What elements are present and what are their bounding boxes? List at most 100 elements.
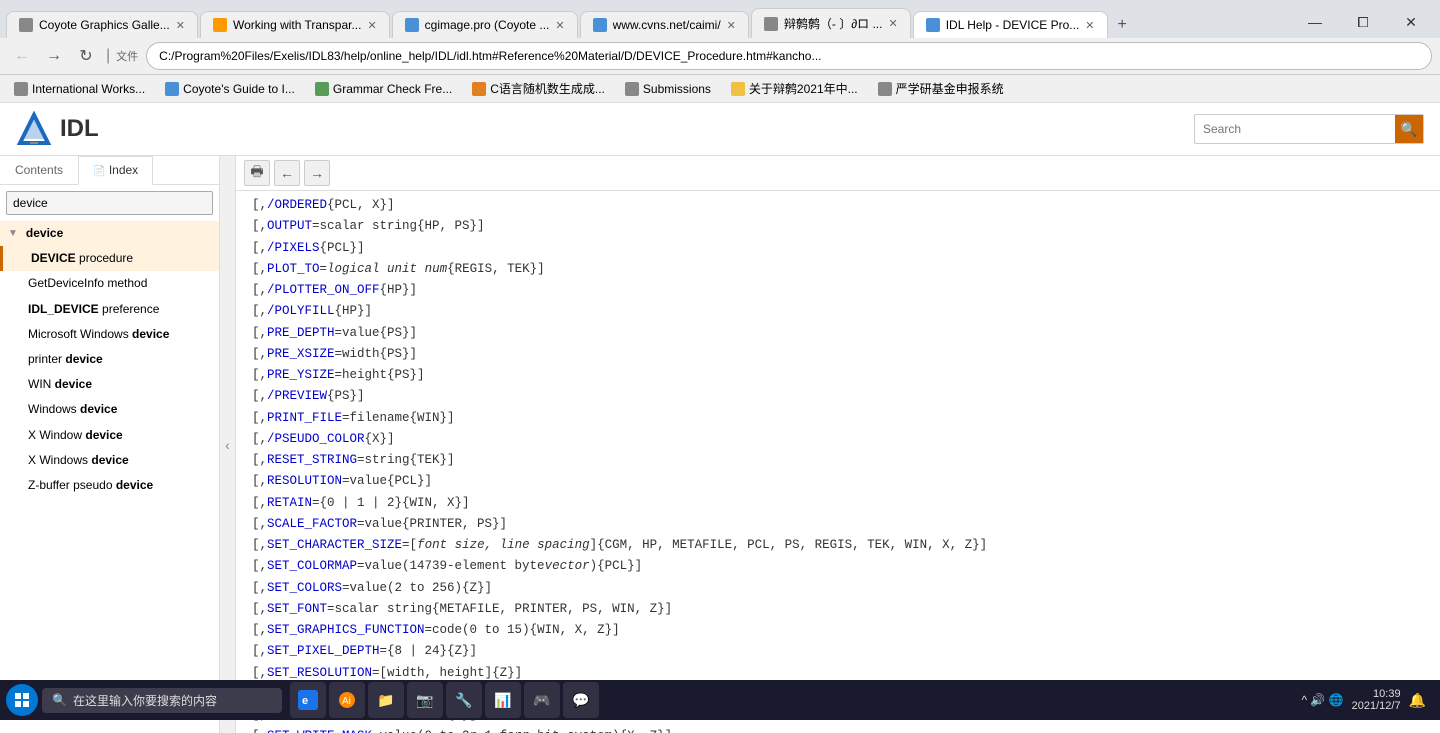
sidebar-item-windows[interactable]: Windows device <box>0 397 219 422</box>
sidebar-item-zbuffer-label: Z-buffer pseudo device <box>28 476 153 495</box>
taskbar-app-7[interactable]: 🎮 <box>524 682 560 718</box>
link-plotter[interactable]: /PLOTTER_ON_OFF <box>267 280 380 301</box>
sidebar-search-input[interactable] <box>6 191 213 215</box>
tab-1-close[interactable]: ✕ <box>176 19 185 32</box>
taskbar-search[interactable]: 🔍 在这里输入你要搜索的内容 <box>42 688 282 713</box>
print-button[interactable]: 🖶 <box>244 160 270 186</box>
taskbar-app-8[interactable]: 💬 <box>563 682 599 718</box>
tab-3-close[interactable]: ✕ <box>555 19 564 32</box>
tab-6[interactable]: IDL Help - DEVICE Pro... ✕ <box>913 11 1108 38</box>
bookmark-4[interactable]: C语言随机数生成成... <box>466 78 611 99</box>
tab-2-close[interactable]: ✕ <box>367 19 376 32</box>
link-retain[interactable]: RETAIN <box>267 493 312 514</box>
link-pre-depth[interactable]: PRE_DEPTH <box>267 323 335 344</box>
close-button[interactable]: ✕ <box>1388 6 1434 38</box>
sidebar-collapse-button[interactable]: ‹ <box>220 156 236 733</box>
tab-2-favicon <box>213 18 227 32</box>
sidebar-item-getdeviceinfo[interactable]: GetDeviceInfo method <box>0 271 219 296</box>
content-line: [, SET_WRITE_MASK=value(0 to 2n-1 for n-… <box>252 726 1424 733</box>
content-line: [, PRE_YSIZE=height{PS}] <box>252 365 1424 386</box>
content-line: [, SET_COLORMAP=value(14739-element byte… <box>252 556 1424 577</box>
tab-3-label: cgimage.pro (Coyote ... <box>425 18 550 32</box>
address-bar[interactable] <box>146 42 1432 70</box>
reload-button[interactable]: ↻ <box>72 42 100 70</box>
link-set-pixel-depth[interactable]: SET_PIXEL_DEPTH <box>267 641 380 662</box>
bookmark-5[interactable]: Submissions <box>619 80 717 98</box>
link-preview[interactable]: /PREVIEW <box>267 386 327 407</box>
link-set-colormap[interactable]: SET_COLORMAP <box>267 556 357 577</box>
bookmark-7[interactable]: 严学研基金申报系统 <box>872 78 1010 99</box>
link-polyfill[interactable]: /POLYFILL <box>267 301 335 322</box>
sidebar-item-xwindow[interactable]: X Window device <box>0 423 219 448</box>
link-set-colors[interactable]: SET_COLORS <box>267 578 342 599</box>
taskbar-app-3[interactable]: 📁 <box>368 682 404 718</box>
back-button[interactable]: ← <box>8 42 36 70</box>
link-set-write-mask[interactable]: SET_WRITE_MASK <box>267 726 372 733</box>
sidebar-item-device-procedure[interactable]: DEVICE procedure <box>0 246 219 271</box>
minimize-button[interactable]: — <box>1292 6 1338 38</box>
tab-6-close[interactable]: ✕ <box>1085 19 1094 32</box>
sidebar-item-idl-device[interactable]: IDL_DEVICE preference <box>0 297 219 322</box>
idl-header: IDL 🔍 <box>0 103 1440 156</box>
start-button[interactable] <box>6 684 38 716</box>
link-pixels[interactable]: /PIXELS <box>267 238 320 259</box>
link-set-graphics[interactable]: SET_GRAPHICS_FUNCTION <box>267 620 425 641</box>
link-pseudo-color[interactable]: /PSEUDO_COLOR <box>267 429 365 450</box>
taskbar: 🔍 在这里输入你要搜索的内容 e Ai 📁 📷 🔧 📊 🎮 💬 ^ 🔊 🌐 10… <box>0 680 1440 720</box>
bookmark-1[interactable]: International Works... <box>8 80 151 98</box>
tab-5-favicon <box>764 17 778 31</box>
tab-index[interactable]: 📄 Index <box>78 156 153 185</box>
tab-1-favicon <box>19 18 33 32</box>
link-resolution[interactable]: RESOLUTION <box>267 471 342 492</box>
bookmark-1-label: International Works... <box>32 82 145 96</box>
bookmark-2-label: Coyote's Guide to I... <box>183 82 295 96</box>
link-pre-xsize[interactable]: PRE_XSIZE <box>267 344 335 365</box>
sidebar-tabs: Contents 📄 Index <box>0 156 219 185</box>
tab-contents[interactable]: Contents <box>0 156 78 184</box>
search-input[interactable] <box>1195 115 1395 143</box>
tab-5-close[interactable]: ✕ <box>888 17 897 30</box>
link-reset-string[interactable]: RESET_STRING <box>267 450 357 471</box>
taskbar-app-6[interactable]: 📊 <box>485 682 521 718</box>
link-set-font[interactable]: SET_FONT <box>267 599 327 620</box>
maximize-button[interactable]: ⧠ <box>1340 6 1386 38</box>
bookmark-6[interactable]: 关于辩鹩2021年中... <box>725 78 864 99</box>
tab-3[interactable]: cgimage.pro (Coyote ... ✕ <box>392 11 578 38</box>
link-output[interactable]: OUTPUT <box>267 216 312 237</box>
sidebar-item-microsoft-windows-label: Microsoft Windows device <box>28 325 169 344</box>
sidebar-item-win[interactable]: WIN device <box>0 372 219 397</box>
sidebar-item-xwindow-label: X Window device <box>28 426 123 445</box>
back-content-button[interactable]: ← <box>274 160 300 186</box>
content-scroll[interactable]: [, /ORDERED{PCL, X}] [, OUTPUT=scalar st… <box>236 191 1440 733</box>
link-ordered[interactable]: /ORDERED <box>267 195 327 216</box>
link-set-char-size[interactable]: SET_CHARACTER_SIZE <box>267 535 402 556</box>
new-tab-button[interactable]: + <box>1110 12 1135 38</box>
link-pre-ysize[interactable]: PRE_YSIZE <box>267 365 335 386</box>
sidebar-item-printer[interactable]: printer device <box>0 347 219 372</box>
tab-4[interactable]: www.cvns.net/caimi/ ✕ <box>580 11 749 38</box>
tab-2[interactable]: Working with Transpar... ✕ <box>200 11 390 38</box>
search-button[interactable]: 🔍 <box>1395 115 1423 143</box>
content-toolbar: 🖶 ← → <box>236 156 1440 191</box>
sidebar-item-xwindows[interactable]: X Windows device <box>0 448 219 473</box>
forward-content-button[interactable]: → <box>304 160 330 186</box>
link-scale-factor[interactable]: SCALE_FACTOR <box>267 514 357 535</box>
tab-4-close[interactable]: ✕ <box>727 19 736 32</box>
taskbar-app-5[interactable]: 🔧 <box>446 682 482 718</box>
bookmark-2[interactable]: Coyote's Guide to I... <box>159 80 301 98</box>
bookmark-1-icon <box>14 82 28 96</box>
link-plot-to[interactable]: PLOT_TO <box>267 259 320 280</box>
taskbar-app-2[interactable]: Ai <box>329 682 365 718</box>
notification-icon[interactable]: 🔔 <box>1409 692 1426 709</box>
tab-5[interactable]: 辩鹩鹩（- 〕∂ロ ... ✕ <box>751 8 911 38</box>
bookmark-3[interactable]: Grammar Check Fre... <box>309 80 458 98</box>
link-print-file[interactable]: PRINT_FILE <box>267 408 342 429</box>
taskbar-app-4[interactable]: 📷 <box>407 682 443 718</box>
sidebar-item-microsoft-windows[interactable]: Microsoft Windows device <box>0 322 219 347</box>
sidebar-item-zbuffer[interactable]: Z-buffer pseudo device <box>0 473 219 498</box>
forward-button[interactable]: → <box>40 42 68 70</box>
taskbar-app-1[interactable]: e <box>290 682 326 718</box>
tab-1[interactable]: Coyote Graphics Galle... ✕ <box>6 11 198 38</box>
sidebar-item-device-procedure-label: DEVICE procedure <box>31 249 133 268</box>
sidebar-item-device[interactable]: ▼ device <box>0 221 219 246</box>
